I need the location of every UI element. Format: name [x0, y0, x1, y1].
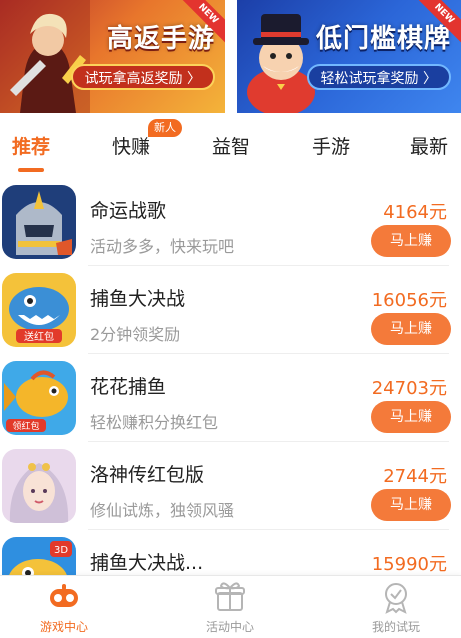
- earn-now-button[interactable]: 马上赚: [371, 401, 451, 433]
- reward-amount: 2744元: [383, 466, 447, 487]
- category-tabs: 推荐 快赚 新人 益智 手游 最新: [0, 118, 461, 172]
- list-item[interactable]: 送红包 捕鱼大决战 2分钟领奖励 16056元 马上赚: [0, 266, 461, 354]
- banner-high-return-games[interactable]: 高返手游 试玩拿高返奖励 〉 NEW: [0, 0, 225, 113]
- tab-puzzle[interactable]: 益智: [212, 132, 250, 159]
- newcomer-badge: 新人: [148, 119, 182, 137]
- tab-quick-earn[interactable]: 快赚: [112, 132, 150, 159]
- svg-text:送红包: 送红包: [24, 330, 54, 343]
- banner-title: 高返手游: [106, 24, 215, 54]
- goldfish-icon: 领红包: [2, 361, 76, 435]
- top-hat-mascot-icon: [247, 14, 315, 113]
- game-description: 活动多多，快来玩吧: [90, 237, 235, 256]
- earn-now-button[interactable]: 马上赚: [371, 313, 451, 345]
- game-name: 命运战歌: [90, 200, 167, 222]
- list-item[interactable]: 命运战歌 活动多多，快来玩吧 4164元 马上赚: [0, 178, 461, 266]
- svg-text:领红包: 领红包: [12, 420, 39, 432]
- nav-activity-center[interactable]: 活动中心: [170, 580, 290, 635]
- nav-label: 我的试玩: [371, 620, 420, 634]
- gift-box-icon: [215, 582, 245, 611]
- game-name: 捕鱼大决战...: [90, 552, 204, 574]
- game-description: 修仙试炼，独领风骚: [90, 501, 235, 520]
- reward-amount: 24703元: [371, 378, 447, 399]
- warrior-character-icon: [0, 0, 90, 113]
- gamepad-icon: [50, 584, 78, 607]
- game-name: 花花捕鱼: [90, 376, 167, 398]
- banner-cta-button[interactable]: 轻松试玩拿奖励 〉: [306, 64, 451, 90]
- svg-text:3D: 3D: [54, 545, 68, 556]
- nav-my-trials[interactable]: 我的试玩: [336, 580, 456, 635]
- fairy-portrait-icon: [2, 449, 76, 523]
- nav-label: 活动中心: [205, 620, 254, 634]
- banner-strip: 高返手游 试玩拿高返奖励 〉 NEW 低门槛棋牌 轻松试玩拿奖励 〉 NEW: [0, 0, 461, 113]
- banner-title: 低门槛棋牌: [315, 24, 451, 54]
- nav-label: 游戏中心: [39, 620, 88, 634]
- medal-icon: [385, 583, 407, 614]
- banner-card-games[interactable]: 低门槛棋牌 轻松试玩拿奖励 〉 NEW: [237, 0, 461, 113]
- game-description: 轻松赚积分换红包: [90, 413, 219, 432]
- reward-amount: 15990元: [371, 554, 447, 575]
- tab-recommended[interactable]: 推荐: [12, 132, 50, 159]
- bottom-navigation: 游戏中心 活动中心 我的试玩: [0, 575, 461, 638]
- reward-amount: 4164元: [383, 202, 447, 223]
- reward-amount: 16056元: [371, 290, 447, 311]
- earn-now-button[interactable]: 马上赚: [371, 225, 451, 257]
- list-item[interactable]: 洛神传红包版 修仙试炼，独领风骚 2744元 马上赚: [0, 442, 461, 530]
- knight-helmet-icon: [2, 185, 76, 259]
- list-item[interactable]: 领红包 花花捕鱼 轻松赚积分换红包 24703元 马上赚: [0, 354, 461, 442]
- game-name: 捕鱼大决战: [90, 288, 186, 310]
- banner-cta-button[interactable]: 试玩拿高返奖励 〉: [70, 64, 215, 90]
- nav-game-center[interactable]: 游戏中心: [4, 580, 124, 635]
- tab-mobile-games[interactable]: 手游: [312, 132, 350, 159]
- active-tab-indicator: [18, 168, 44, 172]
- game-name: 洛神传红包版: [90, 464, 205, 486]
- game-description: 2分钟领奖励: [90, 325, 181, 344]
- earn-now-button[interactable]: 马上赚: [371, 489, 451, 521]
- shark-icon: 送红包: [2, 273, 76, 347]
- tab-latest[interactable]: 最新: [410, 132, 448, 159]
